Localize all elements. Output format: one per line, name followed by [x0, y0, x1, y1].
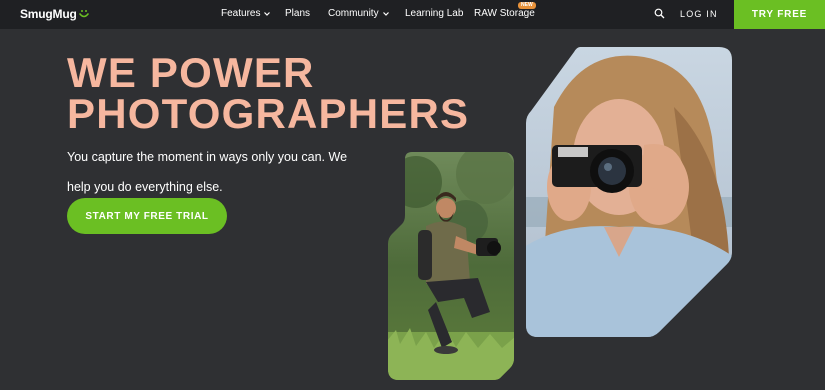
nav-item-label: RAW Storage	[474, 8, 535, 19]
nav-item-label: Learning Lab	[405, 8, 464, 19]
top-nav: SmugMug Features Plans Community Learnin…	[0, 0, 825, 29]
hero-subtext: You capture the moment in ways only you …	[67, 150, 348, 194]
start-free-trial-button[interactable]: START MY FREE TRIAL	[67, 198, 227, 234]
chevron-down-icon	[382, 11, 389, 16]
brand-name: SmugMug	[20, 7, 77, 21]
nav-item-features[interactable]: Features	[221, 8, 271, 19]
smugmug-logo[interactable]: SmugMug	[20, 7, 90, 21]
nav-item-plans[interactable]: Plans	[285, 8, 310, 19]
chevron-down-icon	[264, 11, 271, 16]
nav-item-label: Features	[221, 8, 261, 19]
nav-item-learning-lab[interactable]: Learning Lab	[405, 8, 463, 19]
login-link[interactable]: LOG IN	[680, 9, 718, 19]
headline-line-2: PHOTOGRAPHERS	[67, 90, 470, 137]
woman-with-camera-image	[526, 47, 732, 337]
smugmug-smile-icon	[78, 10, 89, 18]
nav-item-label: Community	[328, 8, 379, 19]
nav-item-label: Plans	[285, 8, 311, 19]
nav-item-community[interactable]: Community	[328, 8, 390, 19]
photographer-crouching-image	[388, 152, 514, 380]
hero-headline: WE POWER PHOTOGRAPHERS	[67, 49, 470, 137]
search-icon[interactable]	[654, 8, 665, 19]
nav-item-raw-storage[interactable]: RAW Storage	[474, 8, 535, 19]
new-badge: NEW	[518, 2, 536, 9]
try-free-button[interactable]: TRY FREE	[734, 0, 825, 29]
headline-line-1: WE POWER	[67, 49, 315, 96]
